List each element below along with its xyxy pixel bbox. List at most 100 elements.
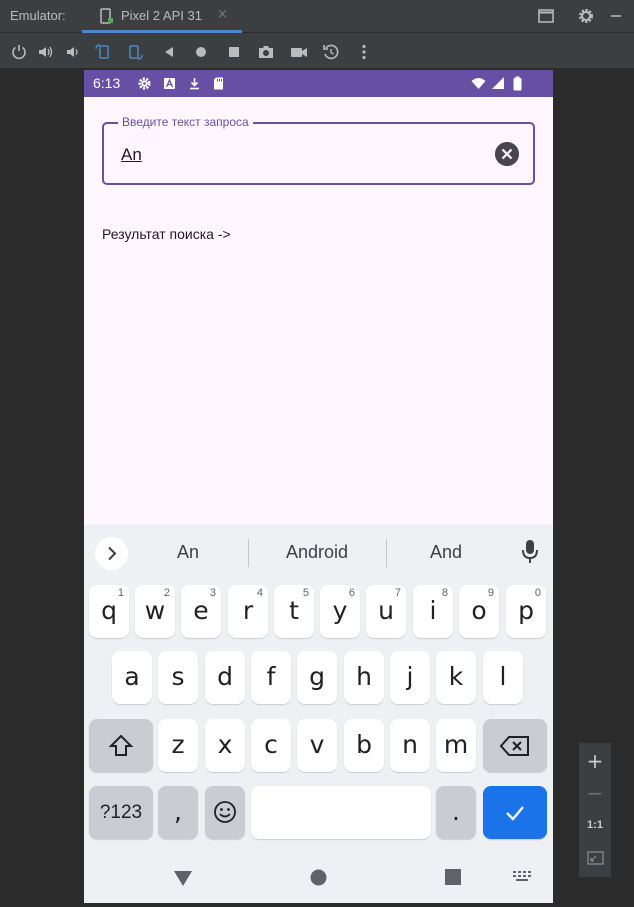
key-k[interactable]: k	[436, 651, 476, 704]
key-b[interactable]: b	[344, 719, 384, 772]
font-icon	[164, 78, 175, 89]
space-key[interactable]	[251, 786, 431, 839]
suggestion-1[interactable]: An	[163, 542, 213, 563]
microphone-icon[interactable]	[519, 539, 541, 565]
download-icon	[190, 78, 199, 90]
volume-up-icon[interactable]	[37, 43, 55, 61]
key-x[interactable]: x	[205, 719, 245, 772]
key-h[interactable]: h	[344, 651, 384, 704]
search-input[interactable]: Введите текст запроса An	[102, 115, 535, 185]
keyboard-switch-icon[interactable]	[512, 869, 532, 885]
key-label: d	[217, 662, 233, 691]
key-label: .	[452, 797, 460, 826]
symbols-key[interactable]: ?123	[89, 786, 153, 839]
key-i[interactable]: 8 i	[413, 585, 453, 638]
window-maximize-icon[interactable]	[537, 7, 555, 25]
soft-keyboard: An Android And 1 q 2 w 3 e 4 r 5 t 6 y 7…	[84, 525, 553, 903]
back-icon[interactable]	[160, 43, 178, 61]
settings-gear-icon[interactable]	[577, 7, 595, 25]
key-label: w	[144, 596, 166, 625]
search-input-value[interactable]: An	[121, 145, 142, 165]
key-label: y	[332, 596, 348, 625]
snapshot-icon[interactable]	[322, 43, 340, 61]
key-label: h	[356, 662, 372, 691]
zoom-out-button[interactable]: −	[579, 781, 611, 805]
key-f[interactable]: f	[251, 651, 291, 704]
key-c[interactable]: c	[251, 719, 291, 772]
power-icon[interactable]	[10, 43, 28, 61]
key-label: v	[309, 730, 325, 759]
nav-recents-icon[interactable]	[445, 869, 461, 885]
tab-close-icon[interactable]: ×	[217, 7, 228, 22]
nav-back-icon[interactable]	[173, 868, 193, 888]
key-label: b	[356, 730, 372, 759]
key-q[interactable]: 1 q	[89, 585, 129, 638]
enter-key[interactable]	[483, 786, 547, 839]
key-z[interactable]: z	[158, 719, 198, 772]
key-label: a	[124, 662, 140, 691]
expand-toolbar-icon[interactable]	[95, 537, 128, 570]
zoom-in-button[interactable]: +	[579, 749, 611, 773]
key-o[interactable]: 9 o	[459, 585, 499, 638]
key-label: r	[242, 596, 254, 625]
key-label: u	[378, 596, 394, 625]
clear-icon[interactable]	[495, 142, 519, 166]
key-v[interactable]: v	[297, 719, 337, 772]
backspace-key[interactable]	[483, 719, 547, 772]
overview-icon[interactable]	[225, 43, 243, 61]
key-s[interactable]: s	[158, 651, 198, 704]
sd-card-icon	[214, 77, 223, 90]
key-label: q	[101, 596, 117, 625]
camera-icon[interactable]	[257, 43, 275, 61]
suggestion-divider	[386, 539, 387, 567]
key-label: o	[471, 596, 487, 625]
key-r[interactable]: 4 r	[228, 585, 268, 638]
minimize-icon[interactable]	[607, 7, 625, 25]
key-w[interactable]: 2 w	[135, 585, 175, 638]
more-icon[interactable]	[355, 43, 373, 61]
zoom-panel: + − 1:1	[578, 742, 612, 878]
home-icon[interactable]	[192, 43, 210, 61]
status-bar: 6:13	[84, 70, 553, 97]
key-t[interactable]: 5 t	[274, 585, 314, 638]
wifi-icon	[471, 78, 486, 89]
search-result-text: Результат поиска ->	[102, 226, 231, 242]
comma-key[interactable]: ,	[158, 786, 198, 839]
video-icon[interactable]	[290, 43, 308, 61]
rotate-right-icon[interactable]	[126, 43, 144, 61]
key-m[interactable]: m	[436, 719, 476, 772]
key-u[interactable]: 7 u	[366, 585, 406, 638]
volume-down-icon[interactable]	[64, 43, 82, 61]
battery-icon	[513, 76, 522, 91]
key-label: z	[171, 730, 185, 759]
suggestion-divider	[248, 539, 249, 567]
suggestion-2[interactable]: Android	[267, 542, 367, 563]
nav-home-icon[interactable]	[310, 869, 327, 886]
key-l[interactable]: l	[483, 651, 523, 704]
navigation-bar	[84, 855, 553, 903]
emoji-key[interactable]	[205, 786, 245, 839]
key-label: e	[193, 596, 209, 625]
zoom-actual-size-button[interactable]: 1:1	[579, 819, 611, 831]
key-p[interactable]: 0 p	[506, 585, 546, 638]
key-n[interactable]: n	[390, 719, 430, 772]
shift-key[interactable]	[89, 719, 153, 772]
key-d[interactable]: d	[205, 651, 245, 704]
key-label: m	[443, 730, 469, 759]
suggestion-bar: An Android And	[84, 525, 553, 580]
rotate-left-icon[interactable]	[94, 43, 112, 61]
period-key[interactable]: .	[436, 786, 476, 839]
key-label: s	[171, 662, 185, 691]
device-screen: 6:13 Введите текст запроса An Результат …	[84, 70, 553, 903]
key-e[interactable]: 3 e	[181, 585, 221, 638]
key-y[interactable]: 6 y	[320, 585, 360, 638]
symbols-label: ?123	[99, 802, 143, 823]
emulator-title-bar: Emulator: Pixel 2 API 31 ×	[0, 0, 634, 33]
suggestion-3[interactable]: And	[416, 542, 476, 563]
key-g[interactable]: g	[297, 651, 337, 704]
key-a[interactable]: a	[112, 651, 152, 704]
key-j[interactable]: j	[390, 651, 430, 704]
zoom-fit-icon[interactable]	[587, 851, 604, 865]
status-time: 6:13	[93, 75, 121, 91]
shift-icon	[108, 734, 134, 756]
